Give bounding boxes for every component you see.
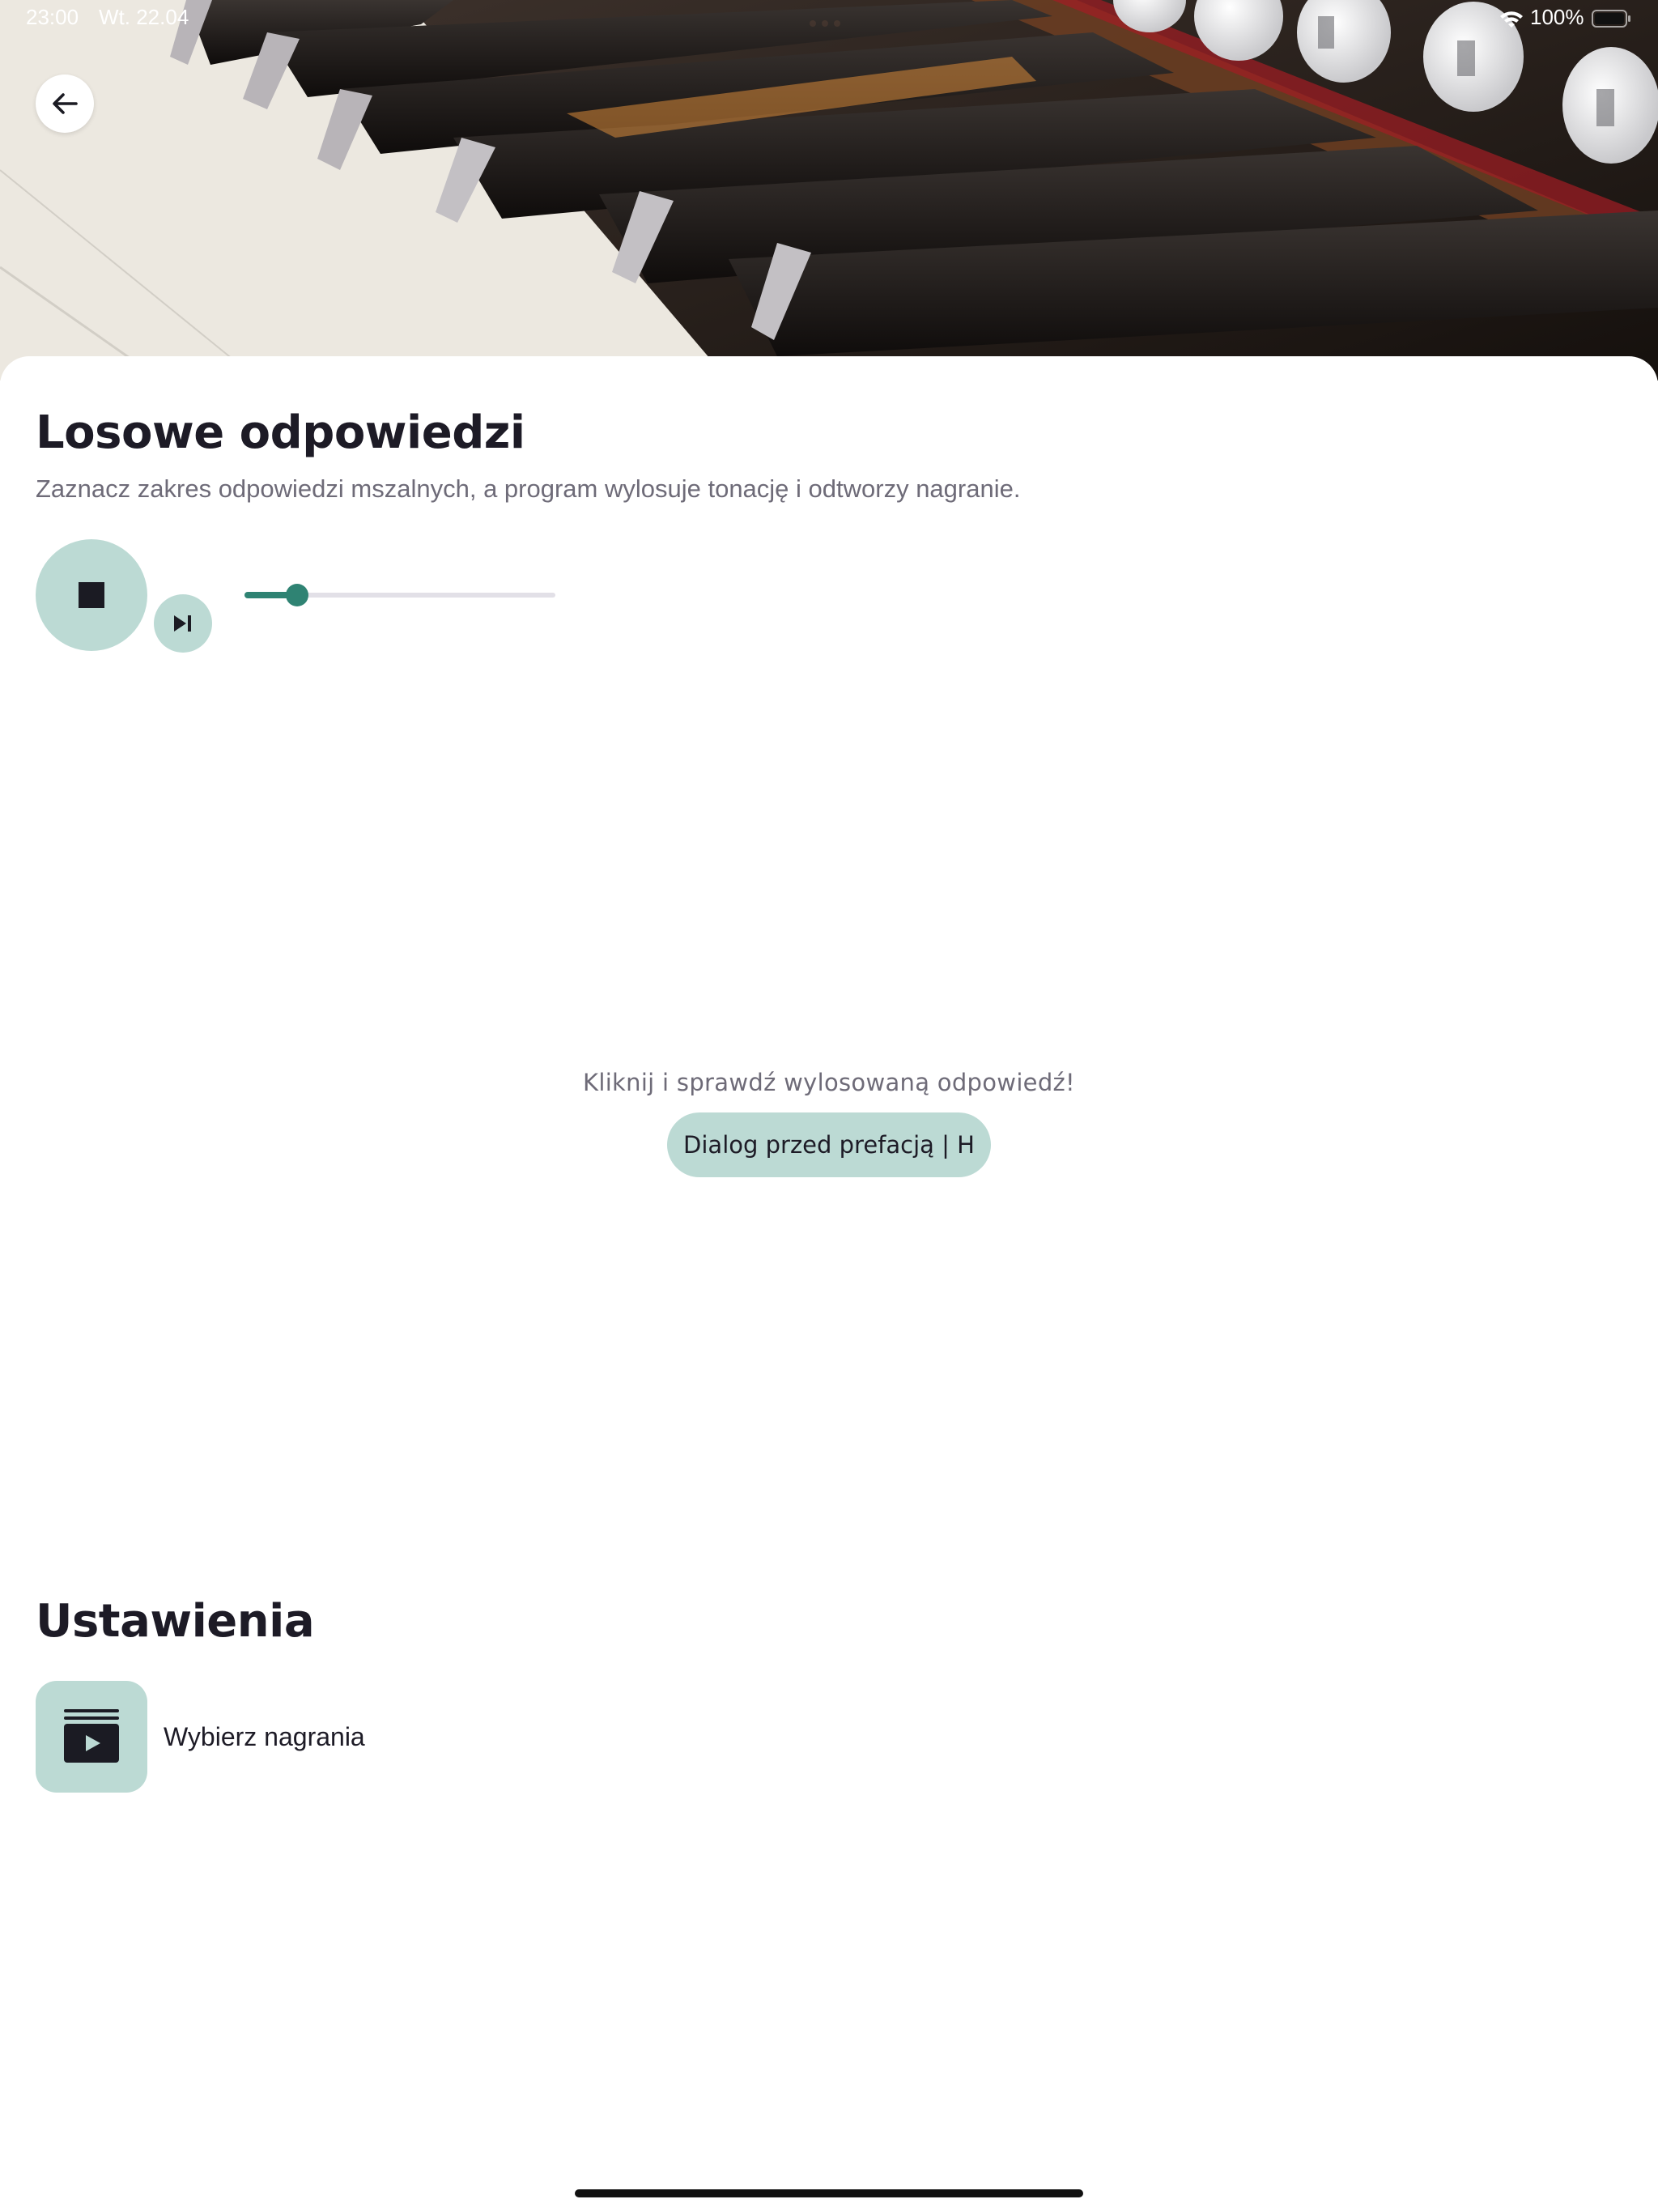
content-sheet: Losowe odpowiedzi Zaznacz zakres odpowie… <box>0 356 1658 2212</box>
multitasking-dots-icon[interactable] <box>810 15 848 27</box>
settings-title: Ustawienia <box>36 1595 315 1648</box>
skip-next-icon <box>174 615 191 632</box>
playlist-play-icon <box>36 1681 147 1793</box>
settings-item-choose-recordings[interactable]: Wybierz nagrania <box>36 1681 440 1793</box>
page-subtitle: Zaznacz zakres odpowiedzi mszalnych, a p… <box>36 474 1021 503</box>
status-bar: 23:00 Wt. 22.04 100% <box>0 0 1658 39</box>
playback-progress-slider[interactable] <box>244 581 555 609</box>
wifi-icon <box>1500 11 1523 28</box>
answer-prompt: Kliknij i sprawdź wylosowaną odpowiedź! <box>583 1069 1075 1096</box>
answer-chip-button[interactable]: Dialog przed prefacją | H <box>667 1112 991 1177</box>
skip-next-button[interactable] <box>154 594 212 653</box>
header-image <box>0 0 1658 381</box>
status-date: Wt. 22.04 <box>99 5 189 29</box>
back-button[interactable] <box>36 74 94 133</box>
home-indicator[interactable] <box>575 2189 1083 2197</box>
organ-keyboard-illustration <box>0 0 1658 381</box>
app-screen: 23:00 Wt. 22.04 100% Losowe odpowiedzi Z… <box>0 0 1658 2212</box>
settings-item-label: Wybierz nagrania <box>164 1721 365 1751</box>
battery-icon <box>1592 10 1630 28</box>
status-time: 23:00 <box>26 5 79 29</box>
stop-icon <box>79 582 104 608</box>
slider-thumb[interactable] <box>286 584 309 606</box>
page-title: Losowe odpowiedzi <box>36 406 525 459</box>
arrow-left-icon <box>53 93 78 114</box>
stop-button[interactable] <box>36 539 147 651</box>
battery-percentage: 100% <box>1530 5 1584 29</box>
